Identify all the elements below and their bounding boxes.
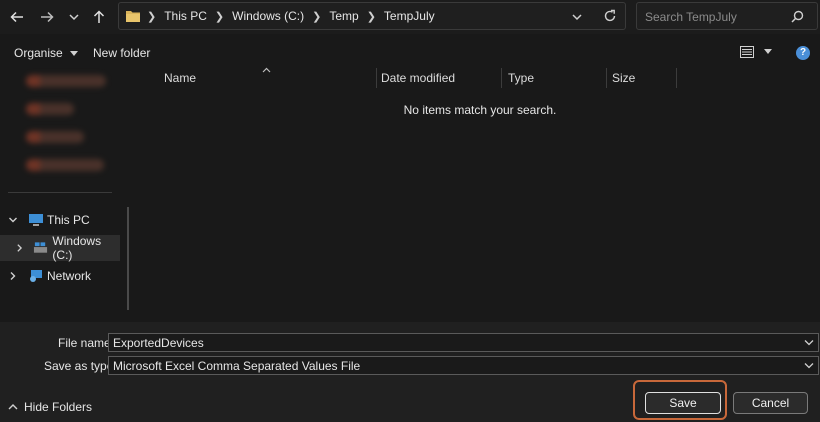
quick-access-item-blurred[interactable]	[26, 103, 74, 115]
quick-access-item-blurred[interactable]	[26, 131, 84, 143]
search-icon[interactable]	[791, 10, 804, 23]
hide-folders-button[interactable]: Hide Folders	[8, 400, 92, 414]
details-view-icon	[740, 46, 754, 58]
arrow-left-icon	[10, 11, 23, 23]
drive-icon	[34, 242, 48, 253]
arrow-up-icon	[93, 10, 105, 23]
save-as-type-select[interactable]: Microsoft Excel Comma Separated Values F…	[108, 356, 819, 375]
tree-item-windows-c[interactable]: Windows (C:)	[0, 234, 120, 262]
breadcrumb-windows-c[interactable]: Windows (C:)	[232, 9, 304, 23]
save-button[interactable]: Save	[645, 392, 721, 414]
chevron-right-icon[interactable]: ❯	[215, 10, 224, 23]
chevron-right-icon[interactable]	[8, 271, 18, 281]
breadcrumb-this-pc[interactable]: This PC	[164, 9, 207, 23]
column-header-name[interactable]: Name	[164, 66, 196, 90]
tree-label-windows-c: Windows (C:)	[52, 234, 102, 262]
quick-access-item-blurred[interactable]	[26, 75, 106, 87]
cancel-button[interactable]: Cancel	[733, 392, 808, 414]
chevron-down-icon[interactable]	[571, 12, 583, 22]
chevron-down-icon[interactable]	[8, 215, 18, 225]
folder-icon	[126, 11, 140, 22]
column-header-date-modified[interactable]: Date modified	[381, 66, 455, 90]
help-icon[interactable]: ?	[796, 46, 810, 60]
chevron-right-icon: ❯	[147, 10, 157, 23]
caret-down-icon	[764, 49, 772, 54]
caret-down-icon	[70, 50, 79, 56]
search-placeholder[interactable]: Search TempJuly	[645, 10, 737, 24]
back-button[interactable]	[6, 6, 28, 28]
file-name-field[interactable]: ExportedDevices	[108, 333, 819, 352]
view-options-button[interactable]	[740, 46, 772, 58]
file-name-value: ExportedDevices	[113, 336, 204, 350]
search-box[interactable]: Search TempJuly	[636, 2, 818, 30]
column-divider[interactable]	[676, 68, 677, 88]
forward-button[interactable]	[36, 6, 58, 28]
column-divider[interactable]	[606, 68, 607, 88]
column-header-type[interactable]: Type	[508, 66, 534, 90]
chevron-down-icon	[69, 14, 79, 21]
file-name-label: File name:	[58, 336, 115, 350]
chevron-down-icon[interactable]	[804, 339, 814, 346]
tree-item-network[interactable]: Network	[0, 263, 120, 289]
column-header-size[interactable]: Size	[612, 66, 635, 90]
breadcrumb-tempjuly[interactable]: TempJuly	[384, 9, 435, 23]
tree-label-network: Network	[47, 269, 92, 283]
computer-icon	[29, 214, 43, 226]
recent-locations-button[interactable]	[63, 6, 85, 28]
column-divider[interactable]	[501, 68, 502, 88]
network-icon	[30, 270, 42, 282]
breadcrumb-temp[interactable]: Temp	[329, 9, 358, 23]
organise-button[interactable]: Organise	[14, 46, 79, 60]
new-folder-button[interactable]: New folder	[93, 46, 150, 60]
arrow-right-icon	[41, 11, 54, 23]
chevron-right-icon[interactable]: ❯	[367, 10, 376, 23]
chevron-right-icon[interactable]: ❯	[312, 10, 321, 23]
save-as-type-value: Microsoft Excel Comma Separated Values F…	[113, 359, 361, 373]
hide-folders-label: Hide Folders	[24, 400, 93, 414]
column-divider[interactable]	[376, 68, 377, 88]
refresh-icon[interactable]	[603, 9, 617, 23]
address-bar[interactable]: ❯ This PC ❯ Windows (C:) ❯ Temp ❯ TempJu…	[118, 2, 626, 30]
nav-divider	[8, 192, 112, 193]
chevron-down-icon[interactable]	[804, 362, 814, 369]
tree-item-this-pc[interactable]: This PC	[0, 207, 120, 233]
tree-label-this-pc: This PC	[47, 213, 90, 227]
sort-ascending-icon	[262, 67, 271, 73]
nav-pane-scrollbar[interactable]	[127, 207, 129, 310]
quick-access-item-blurred[interactable]	[26, 159, 104, 171]
save-as-type-label: Save as type:	[44, 359, 117, 373]
organise-label: Organise	[14, 46, 63, 60]
chevron-up-icon	[8, 404, 18, 410]
up-button[interactable]	[88, 6, 110, 28]
empty-list-message: No items match your search.	[403, 103, 557, 117]
chevron-right-icon[interactable]	[15, 243, 24, 253]
